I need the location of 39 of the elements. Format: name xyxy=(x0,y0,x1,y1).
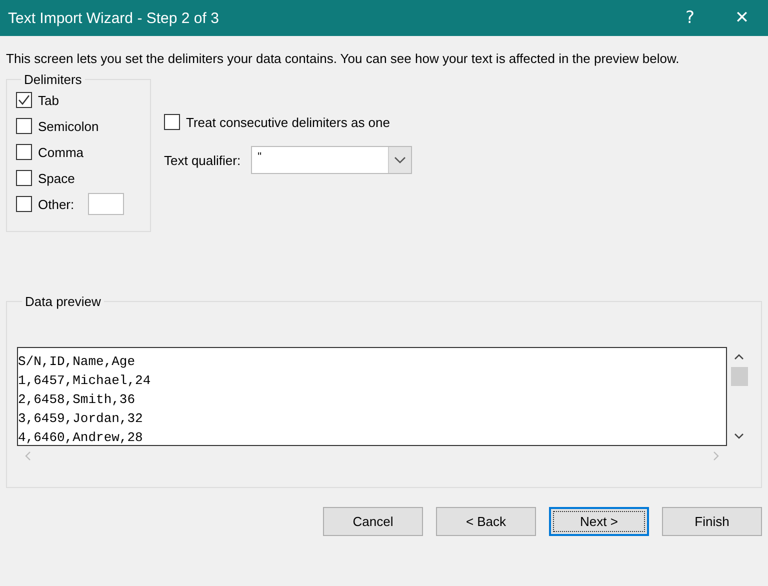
other-field[interactable] xyxy=(88,193,124,215)
checkbox-label: Tab xyxy=(38,92,59,108)
checkbox-label: Semicolon xyxy=(38,118,99,134)
help-button[interactable]: ? xyxy=(664,0,716,36)
window-title: Text Import Wizard - Step 2 of 3 xyxy=(8,10,219,26)
checkbox-label: Space xyxy=(38,170,75,186)
preview-line: S/N,ID,Name,Age xyxy=(18,353,136,371)
group-title: Data preview xyxy=(24,294,102,309)
checkbox[interactable] xyxy=(16,170,32,186)
dialog-button[interactable]: < Back xyxy=(436,507,536,536)
scroll-down-icon[interactable] xyxy=(734,433,744,439)
dialog-button[interactable]: Finish xyxy=(662,507,762,536)
scroll-up-icon[interactable] xyxy=(734,354,744,360)
delimiter-option[interactable]: Semicolon xyxy=(16,118,99,134)
checkbox[interactable] xyxy=(16,118,32,134)
preview-line: 1,6457,Michael,24 xyxy=(18,372,152,390)
dialog-button[interactable]: Next > xyxy=(549,507,649,536)
close-button[interactable]: ✕ xyxy=(716,0,768,36)
checkbox[interactable] xyxy=(16,92,32,108)
checkbox[interactable] xyxy=(16,196,32,212)
checkbox-label: Other: xyxy=(38,196,74,212)
delimiter-option[interactable]: Tab xyxy=(16,92,59,108)
text-qualifier-dropdown[interactable]: " xyxy=(250,146,412,174)
delimiter-option[interactable]: Other: xyxy=(16,196,74,212)
checkbox[interactable] xyxy=(164,114,180,130)
checkbox[interactable] xyxy=(16,144,32,160)
dialog-button[interactable]: Cancel xyxy=(323,507,423,536)
delimiter-option[interactable]: Space xyxy=(16,170,75,186)
preview-line: 4,6460,Andrew,28 xyxy=(18,429,144,445)
delimiter-option[interactable]: Comma xyxy=(16,144,84,160)
group-title: Delimiters xyxy=(23,72,83,87)
consecutive-option[interactable]: Treat consecutive delimiters as one xyxy=(164,114,412,130)
instruction-text: This screen lets you set the delimiters your data contains. You can see how your text is affected in the preview below. xyxy=(6,50,680,67)
preview-line: 3,6459,Jordan,32 xyxy=(18,410,144,428)
checkbox-label: Treat consecutive delimiters as one xyxy=(186,114,390,130)
checkbox-label: Comma xyxy=(38,144,84,160)
text-qualifier-label: Text qualifier: xyxy=(164,152,241,168)
scroll-thumb[interactable] xyxy=(730,367,748,386)
preview-line: 2,6458,Smith,36 xyxy=(18,391,136,409)
